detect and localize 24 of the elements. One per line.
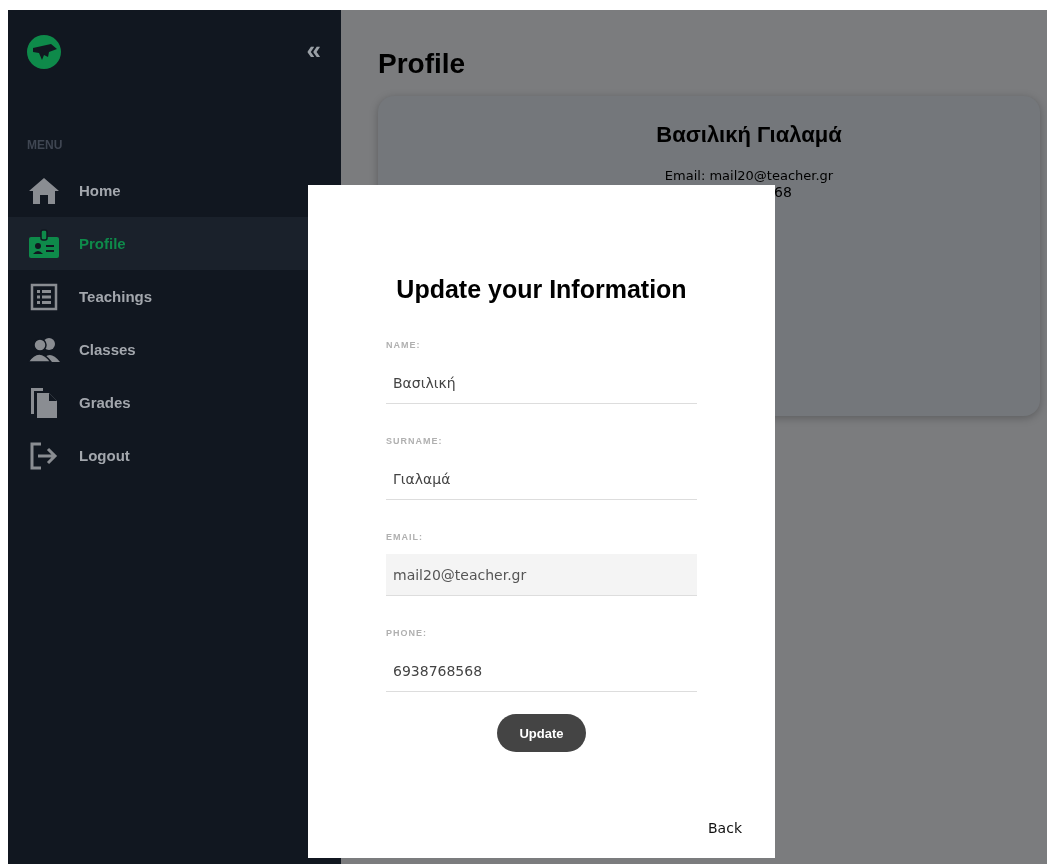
sidebar-item[interactable]: Grades — [8, 376, 341, 429]
home-icon — [28, 176, 60, 205]
profile-name: Βασιλική Γιαλαμά — [655, 122, 842, 148]
sidebar-item[interactable]: Classes — [8, 323, 341, 376]
field-label: NAME: — [386, 340, 421, 350]
people-icon — [27, 336, 61, 363]
field-label: PHONE: — [386, 628, 427, 638]
dialog-title: Update your Information — [395, 275, 688, 304]
profile-email: Email: mail20@teacher.gr — [663, 168, 834, 183]
sidebar-item[interactable]: Logout — [8, 429, 341, 482]
sidebar-item[interactable]: Home — [8, 164, 341, 217]
list-icon — [30, 282, 58, 311]
back-link[interactable]: Back — [708, 820, 742, 836]
sidebar-item[interactable]: Teachings — [8, 270, 341, 323]
logo-icon — [27, 35, 61, 69]
files-icon — [29, 385, 59, 420]
logout-icon — [29, 441, 59, 470]
profile-phone: 68 — [774, 184, 792, 200]
page-title: Profile — [378, 47, 466, 81]
field-label: SURNAME: — [386, 436, 443, 446]
update-button[interactable]: Update — [497, 714, 586, 752]
field-label: EMAIL: — [386, 532, 423, 542]
collapse-button[interactable]: « — [306, 37, 321, 67]
id-badge-icon — [28, 228, 60, 259]
